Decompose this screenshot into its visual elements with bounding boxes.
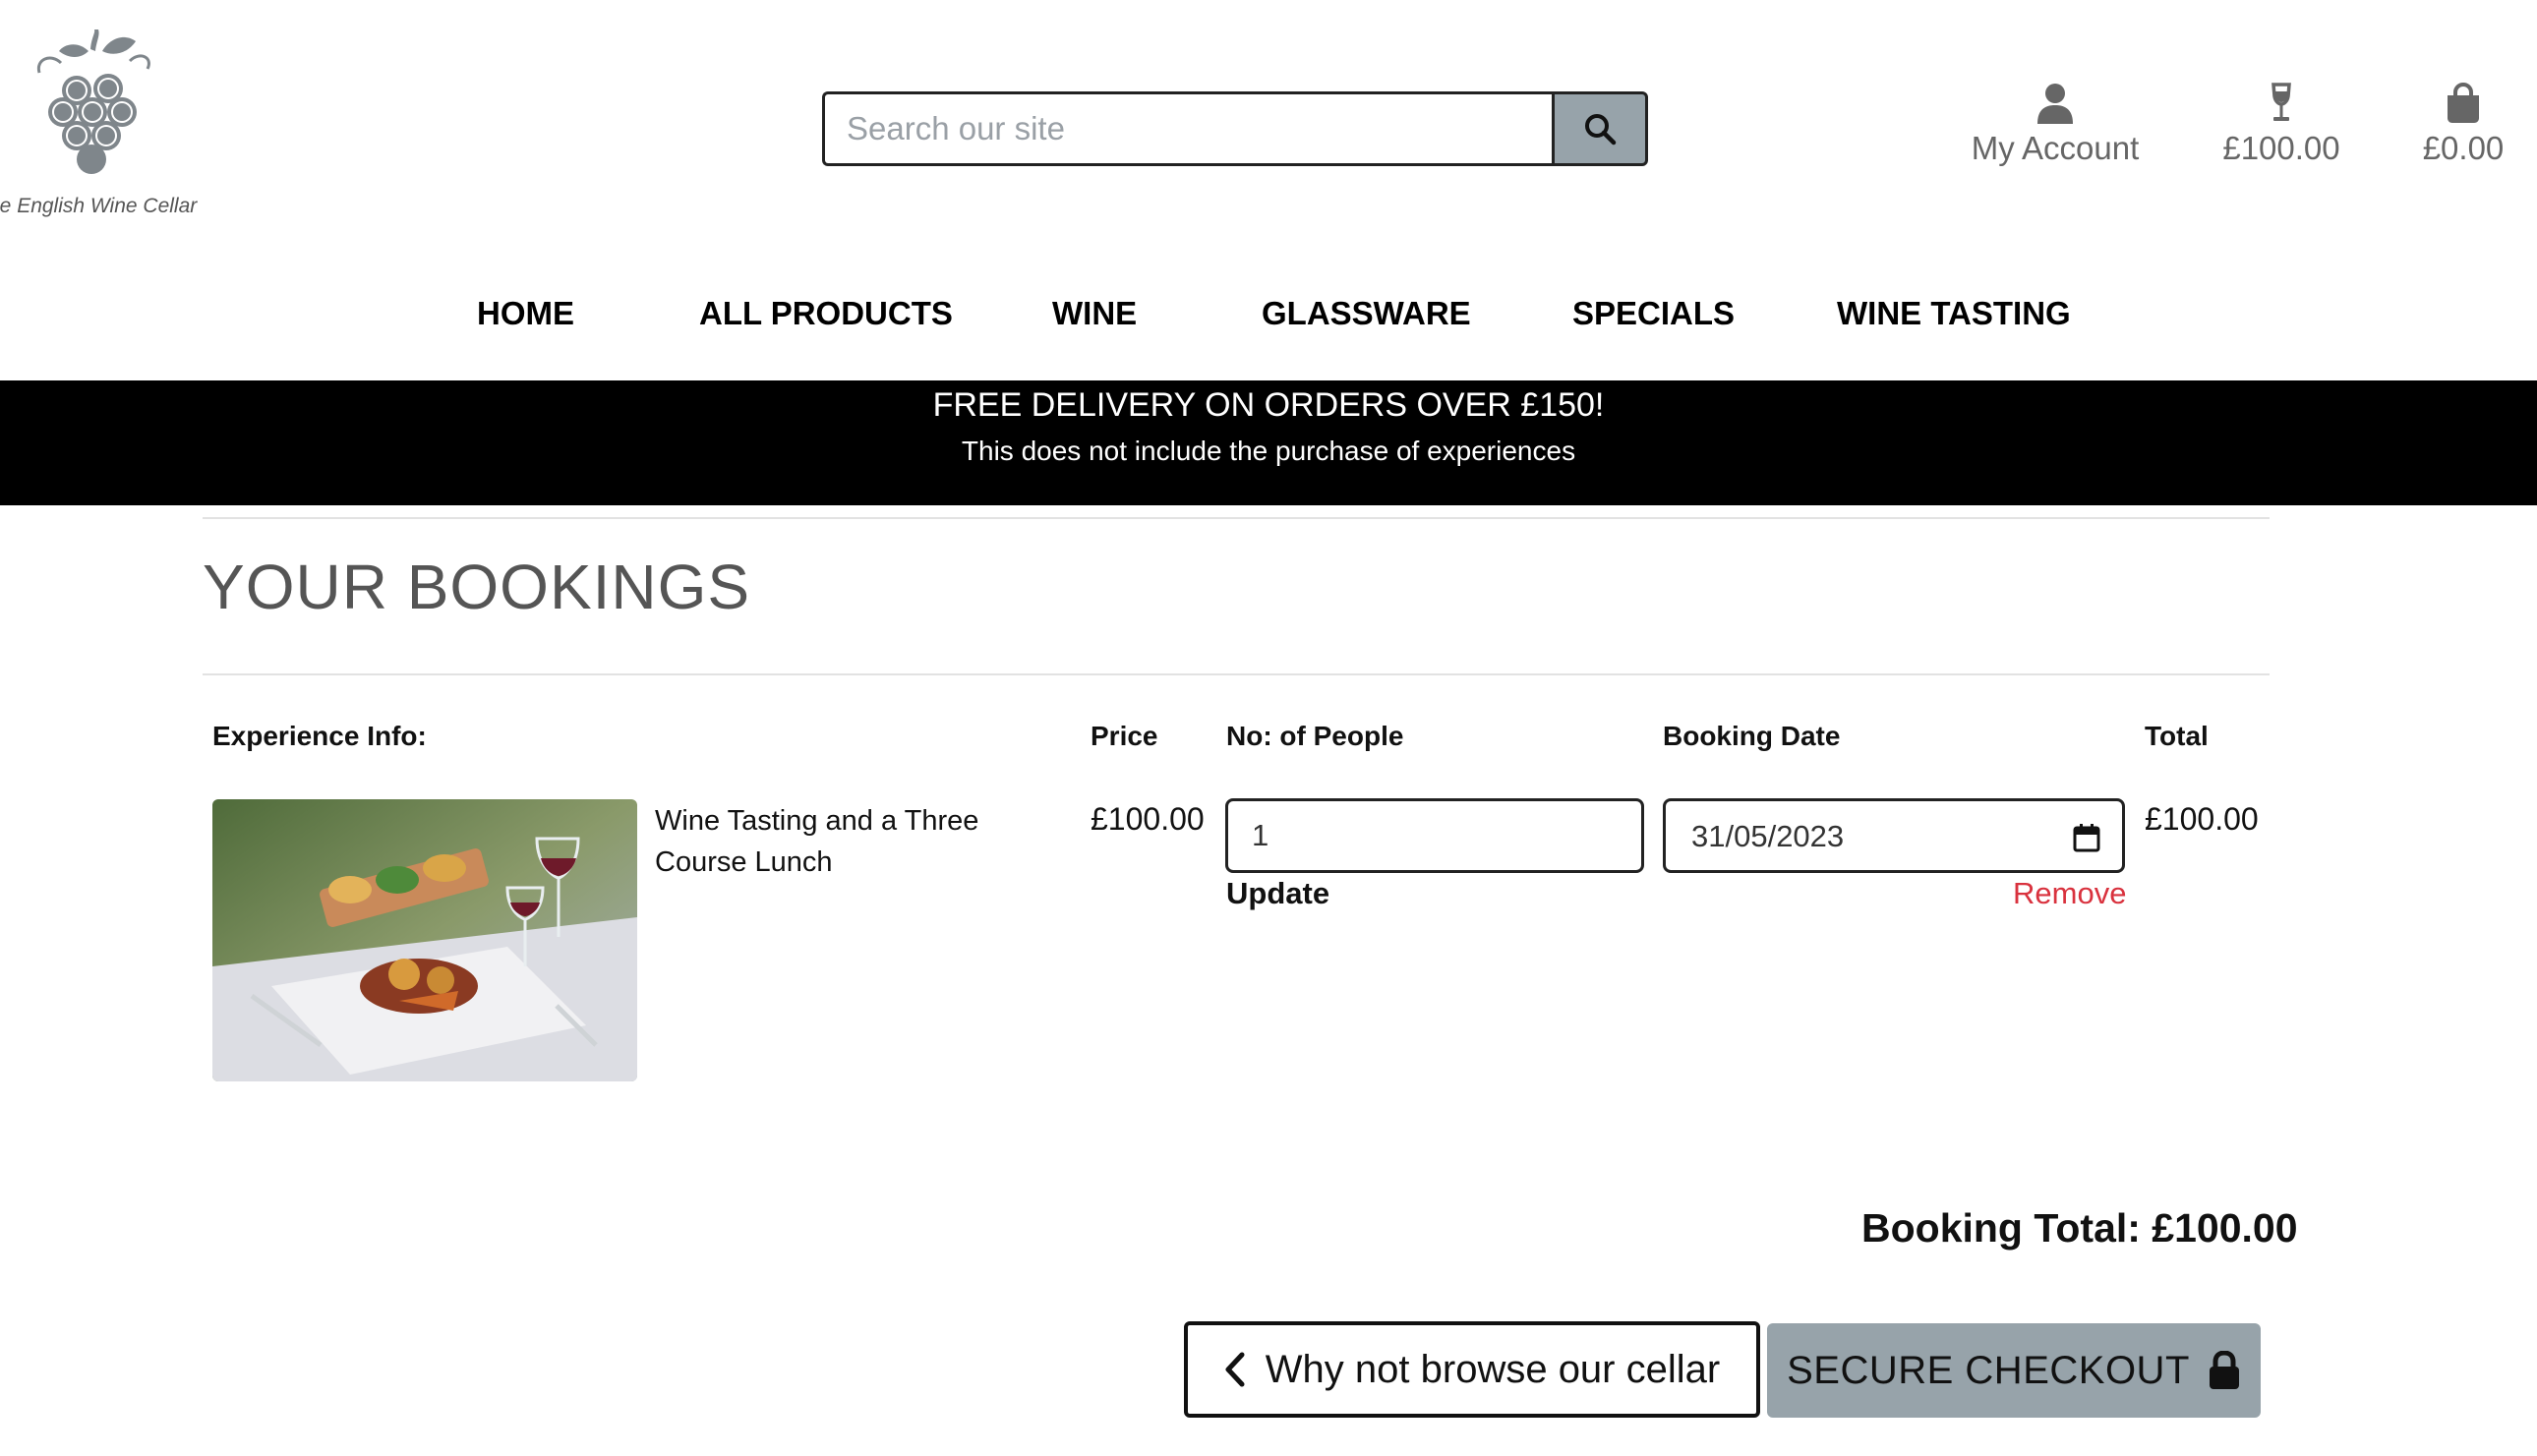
chevron-left-icon bbox=[1225, 1352, 1245, 1387]
nav-specials[interactable]: SPECIALS bbox=[1572, 295, 1735, 332]
delivery-banner: FREE DELIVERY ON ORDERS OVER £150! This … bbox=[0, 380, 2537, 505]
nav-wine-tasting[interactable]: WINE TASTING bbox=[1837, 295, 2071, 332]
wine-glass-icon bbox=[2272, 83, 2291, 121]
lock-icon bbox=[2209, 1351, 2239, 1389]
update-link[interactable]: Update bbox=[1226, 876, 1329, 911]
col-header-total: Total bbox=[2145, 721, 2209, 751]
browse-cellar-button[interactable]: Why not browse our cellar bbox=[1184, 1321, 1760, 1418]
secure-checkout-button[interactable]: SECURE CHECKOUT bbox=[1767, 1323, 2261, 1418]
col-header-price: Price bbox=[1091, 721, 1158, 751]
secure-checkout-label: SECURE CHECKOUT bbox=[1787, 1348, 2190, 1392]
calendar-icon[interactable] bbox=[2073, 823, 2100, 852]
experience-total: £100.00 bbox=[2145, 801, 2259, 837]
people-quantity-input[interactable] bbox=[1225, 798, 1644, 873]
experience-name[interactable]: Wine Tasting and a Three Course Lunch bbox=[655, 800, 1068, 883]
bag-total-amount: £0.00 bbox=[2422, 130, 2505, 166]
search-icon bbox=[1585, 114, 1617, 146]
my-account-link[interactable]: My Account bbox=[1957, 83, 2154, 167]
shopping-bag-link[interactable]: £0.00 bbox=[2399, 83, 2527, 167]
experience-price: £100.00 bbox=[1091, 801, 1205, 837]
col-header-info: Experience Info: bbox=[212, 721, 427, 751]
nav-all-products[interactable]: ALL PRODUCTS bbox=[699, 295, 953, 332]
experience-image bbox=[212, 799, 637, 1081]
main-nav: HOME ALL PRODUCTS WINE GLASSWARE SPECIAL… bbox=[0, 295, 2537, 358]
search-input[interactable] bbox=[822, 91, 1552, 166]
page-title: YOUR BOOKINGS bbox=[203, 552, 751, 622]
banner-subtitle: This does not include the purchase of ex… bbox=[961, 436, 1576, 466]
booking-date-input[interactable]: 31/05/2023 bbox=[1663, 798, 2125, 873]
booking-total: Booking Total: £100.00 bbox=[1861, 1205, 2298, 1251]
banner-title: FREE DELIVERY ON ORDERS OVER £150! bbox=[932, 386, 1605, 424]
remove-link[interactable]: Remove bbox=[2013, 876, 2126, 911]
wine-total-amount: £100.00 bbox=[2222, 130, 2340, 166]
divider-title bbox=[203, 673, 2270, 675]
nav-glassware[interactable]: GLASSWARE bbox=[1262, 295, 1471, 332]
wine-total-link[interactable]: £100.00 bbox=[2212, 83, 2350, 167]
col-header-date: Booking Date bbox=[1663, 721, 1841, 751]
user-icon bbox=[2037, 84, 2073, 124]
shopping-bag-icon bbox=[2448, 83, 2479, 123]
booking-date-value: 31/05/2023 bbox=[1691, 819, 1845, 853]
col-header-people: No: of People bbox=[1226, 721, 1404, 751]
logo-text: he English Wine Cellar bbox=[0, 195, 198, 217]
search-button[interactable] bbox=[1552, 91, 1648, 166]
grape-bunch-logo-icon bbox=[36, 29, 150, 174]
nav-wine[interactable]: WINE bbox=[1052, 295, 1137, 332]
my-account-label: My Account bbox=[1971, 130, 2140, 166]
divider-top bbox=[203, 517, 2270, 519]
browse-cellar-label: Why not browse our cellar bbox=[1265, 1347, 1721, 1391]
nav-home[interactable]: HOME bbox=[477, 295, 574, 332]
search-form bbox=[822, 91, 1648, 166]
